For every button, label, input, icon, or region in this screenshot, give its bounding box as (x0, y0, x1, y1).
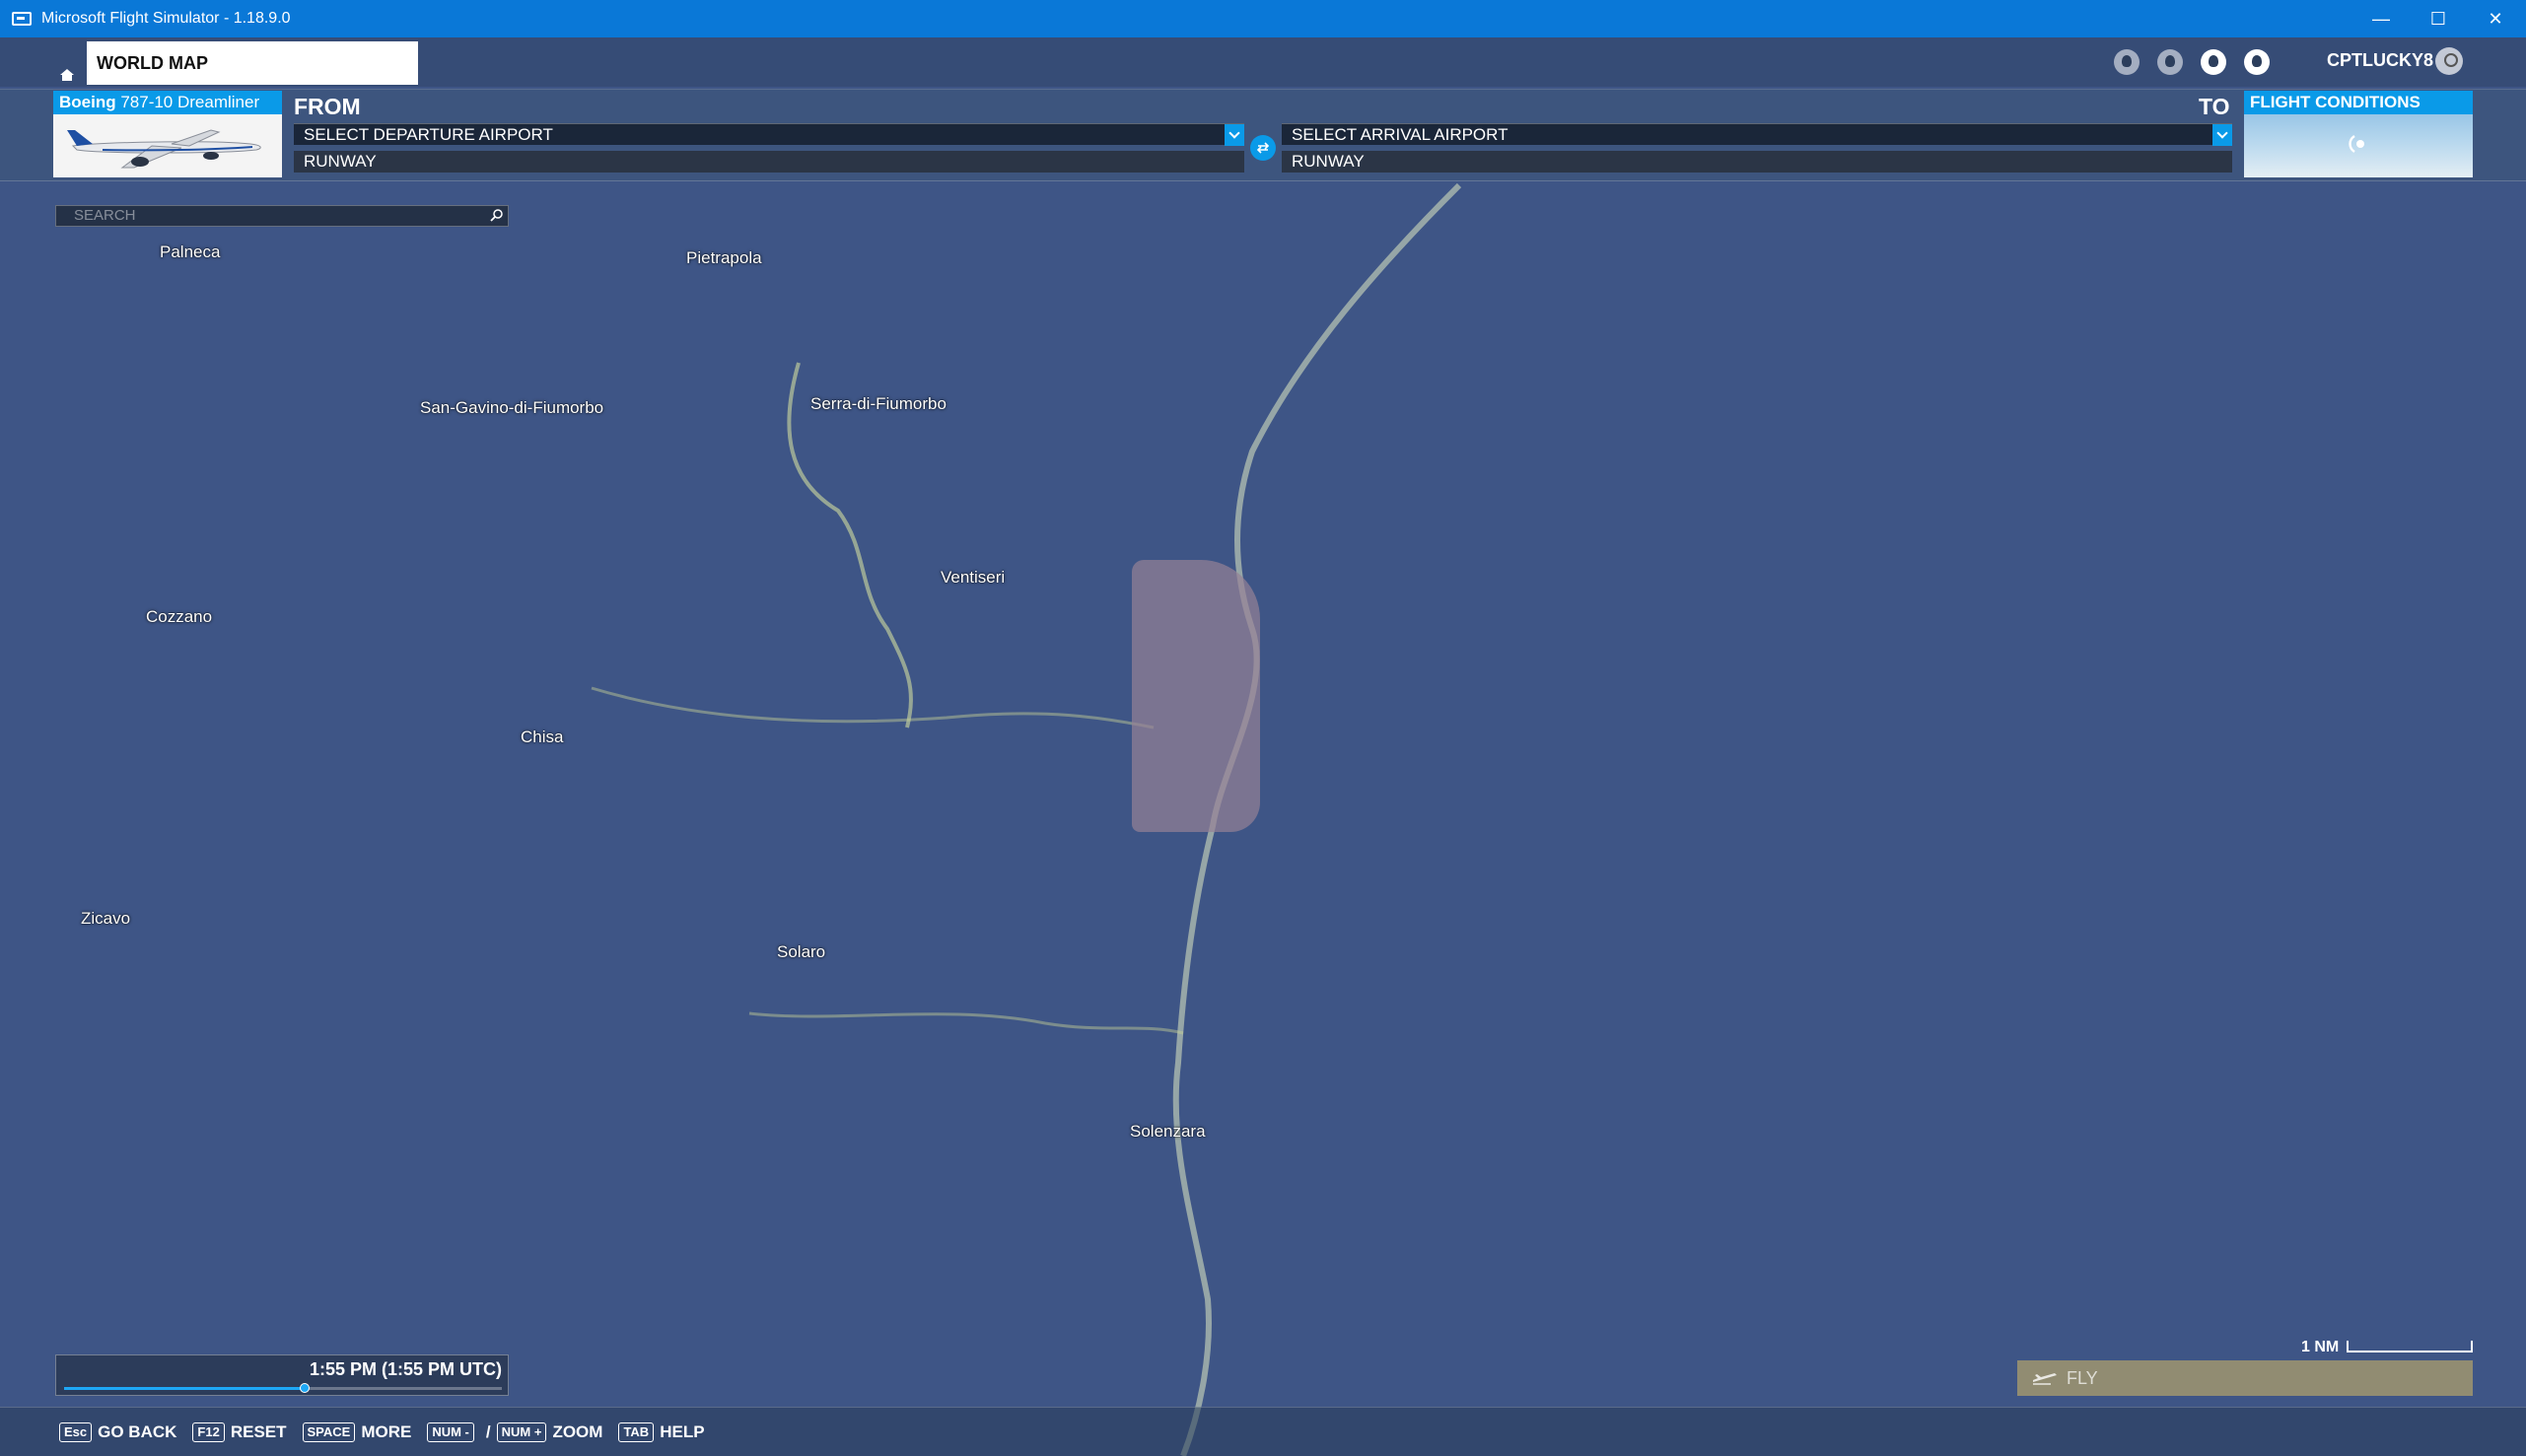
tab-key: TAB (618, 1421, 655, 1442)
window-title: Microsoft Flight Simulator - 1.18.9.0 (41, 10, 291, 27)
search-input[interactable]: SEARCH (55, 205, 509, 227)
friends-icon[interactable] (2157, 49, 2183, 75)
map-scale-bar (2347, 1341, 2473, 1352)
num-plus-key: NUM + (496, 1421, 547, 1442)
notification-bell-icon[interactable] (2244, 49, 2270, 75)
flight-conditions-title: FLIGHT CONDITIONS (2244, 91, 2473, 114)
place-label[interactable]: Serra-di-Fiumorbo (810, 394, 947, 414)
time-slider-fill (64, 1387, 306, 1390)
swap-airports-button[interactable] (1250, 135, 1276, 161)
space-key: SPACE (302, 1421, 356, 1442)
town-area (1132, 560, 1260, 832)
search-icon[interactable] (490, 208, 504, 222)
aircraft-name: Boeing 787-10 Dreamliner (53, 91, 282, 114)
time-of-day-panel: 1:55 PM (1:55 PM UTC) (55, 1354, 509, 1396)
to-label: TO (2199, 94, 2230, 119)
place-label[interactable]: Pietrapola (686, 248, 762, 268)
esc-key: Esc (59, 1421, 93, 1442)
top-icons (2114, 47, 2287, 77)
place-label[interactable]: Palneca (160, 243, 220, 262)
arrival-airport-placeholder: SELECT ARRIVAL AIRPORT (1292, 125, 1509, 144)
place-label[interactable]: San-Gavino-di-Fiumorbo (420, 398, 603, 418)
num-minus-key: NUM - (427, 1421, 474, 1442)
help-shortcut[interactable]: TAB HELP (618, 1421, 705, 1442)
departure-runway-select[interactable]: RUNWAY (294, 151, 1244, 173)
fly-label: FLY (2067, 1367, 2098, 1388)
avatar[interactable] (2435, 47, 2463, 75)
place-label[interactable]: Zicavo (81, 909, 130, 929)
place-label[interactable]: Solaro (777, 942, 825, 962)
home-icon (60, 69, 74, 81)
departure-airport-select[interactable]: SELECT DEPARTURE AIRPORT (294, 123, 1244, 146)
maximize-button[interactable]: ☐ (2410, 0, 2467, 37)
profile-icon[interactable] (2201, 49, 2226, 75)
go-back-label: GO BACK (98, 1421, 177, 1441)
land-area (591, 362, 1184, 1035)
arrival-runway-select[interactable]: RUNWAY (1282, 151, 2232, 173)
place-label[interactable]: Ventiseri (941, 568, 1005, 588)
more-label: MORE (361, 1421, 412, 1441)
zoom-separator: / (485, 1421, 491, 1441)
reset-label: RESET (230, 1421, 287, 1441)
map-scale-label: 1 NM (2301, 1339, 2340, 1355)
airplane-takeoff-icon (2033, 1373, 2057, 1385)
username[interactable]: CPTLUCKY8 (2327, 50, 2433, 71)
breadcrumb: WORLD MAP (87, 41, 418, 85)
reset-shortcut[interactable]: F12 RESET (192, 1421, 287, 1442)
home-button[interactable] (53, 61, 81, 89)
f12-key: F12 (192, 1421, 225, 1442)
zoom-shortcut[interactable]: NUM - / NUM + ZOOM (427, 1421, 603, 1442)
aircraft-card[interactable]: Boeing 787-10 Dreamliner (53, 91, 282, 177)
swap-icon (1256, 142, 1270, 154)
flight-conditions-card[interactable]: FLIGHT CONDITIONS (2244, 91, 2473, 177)
zoom-label: ZOOM (552, 1421, 603, 1441)
search-placeholder: SEARCH (74, 207, 136, 224)
go-back-shortcut[interactable]: Esc GO BACK (59, 1421, 177, 1442)
chevron-down-icon[interactable] (1225, 124, 1244, 146)
place-label[interactable]: Chisa (521, 728, 563, 747)
time-slider[interactable] (64, 1383, 502, 1393)
departure-airport-placeholder: SELECT DEPARTURE AIRPORT (304, 125, 553, 144)
close-button[interactable]: ✕ (2467, 0, 2524, 37)
chevron-down-icon[interactable] (2212, 124, 2232, 146)
window-titlebar: Microsoft Flight Simulator - 1.18.9.0 — … (0, 0, 2526, 37)
from-label: FROM (294, 94, 361, 119)
airplane-icon (67, 129, 261, 169)
place-label[interactable]: Solenzara (1130, 1122, 1206, 1142)
help-label: HELP (660, 1421, 705, 1441)
minimize-button[interactable]: — (2352, 0, 2410, 37)
fly-button[interactable]: FLY (2017, 1360, 2473, 1396)
signal-icon (2349, 135, 2364, 153)
time-slider-handle[interactable] (300, 1383, 311, 1393)
place-label[interactable]: Cozzano (146, 607, 212, 627)
bottom-shortcut-bar: Esc GO BACK F12 RESET SPACE MORE NUM - /… (0, 1407, 2526, 1456)
more-shortcut[interactable]: SPACE MORE (302, 1421, 412, 1442)
arrival-airport-select[interactable]: SELECT ARRIVAL AIRPORT (1282, 123, 2232, 146)
time-label: 1:55 PM (1:55 PM UTC) (309, 1359, 502, 1379)
app-icon (12, 12, 32, 26)
world-map[interactable]: Palneca Pietrapola San-Gavino-di-Fiumorb… (0, 37, 2526, 1456)
weather-icon[interactable] (2114, 49, 2140, 75)
